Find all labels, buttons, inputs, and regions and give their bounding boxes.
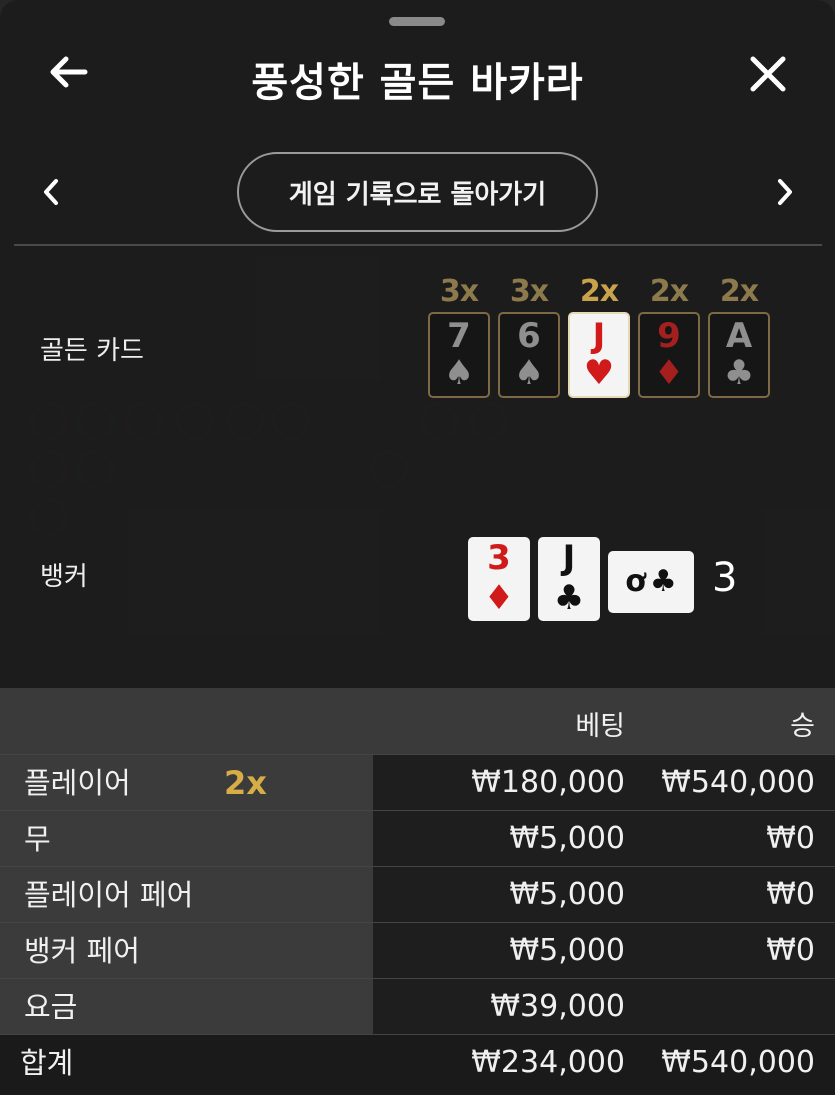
golden-multiplier: 2x <box>649 274 689 309</box>
table-row: 요금 ₩39,000 <box>0 978 835 1035</box>
card-rank: 3 <box>487 538 511 578</box>
playing-card: J ♣ <box>538 537 600 621</box>
win-amount: ₩0 <box>766 821 815 856</box>
card-rank: 7 <box>447 316 471 356</box>
table-header: 베팅 승 <box>0 688 835 754</box>
golden-card: 3x 7 ♠ <box>428 272 490 398</box>
header: 풍성한 골든 바카라 <box>0 40 835 110</box>
win-amount: ₩0 <box>766 877 815 912</box>
divider <box>14 244 822 246</box>
back-to-history-button[interactable]: 게임 기록으로 돌아가기 <box>237 152 598 232</box>
playing-card-sideways: ơ ♣ <box>608 551 694 613</box>
golden-card: 2x 9 ♦ <box>638 272 700 398</box>
table-row: 플레이어 페어 ₩5,000 ₩0 <box>0 866 835 923</box>
card-rank: ơ <box>625 564 646 599</box>
bet-amount: ₩5,000 <box>509 933 625 968</box>
next-round-button[interactable] <box>770 174 800 210</box>
table-row: 무 ₩5,000 ₩0 <box>0 810 835 867</box>
table-row: 뱅커 페어 ₩5,000 ₩0 <box>0 922 835 979</box>
golden-multiplier: 2x <box>579 274 619 309</box>
card-rank: J <box>562 538 576 578</box>
table-total-row: 합계 ₩234,000 ₩540,000 <box>0 1034 835 1094</box>
bet-type-label: 요금 <box>0 979 373 1035</box>
golden-card: 3x 6 ♠ <box>498 272 560 398</box>
close-button[interactable] <box>744 50 792 98</box>
playing-card: J ♥ <box>568 312 630 398</box>
bet-amount: ₩39,000 <box>490 989 625 1024</box>
column-header-bet: 베팅 <box>575 711 625 742</box>
bet-type-label: 플레이어 페어 <box>0 867 373 923</box>
bet-type-label: 무 <box>0 811 373 867</box>
golden-multiplier: 3x <box>439 274 479 309</box>
golden-card: 2x A ♣ <box>708 272 770 398</box>
total-label: 합계 <box>20 1046 74 1080</box>
golden-card: 2x J ♥ <box>568 272 630 398</box>
total-bet-amount: ₩234,000 <box>471 1045 625 1080</box>
chevron-left-icon <box>44 179 58 205</box>
total-win-amount: ₩540,000 <box>661 1045 815 1080</box>
chevron-right-icon <box>778 179 792 205</box>
close-icon <box>750 56 786 92</box>
table-row: 플레이어 2x ₩180,000 ₩540,000 <box>0 754 835 811</box>
card-rank: A <box>725 316 753 356</box>
game-detail-sheet: 풍성한 골든 바카라 게임 기록으로 돌아가기 골든 카드 3x 7 ♠ 3x … <box>0 0 835 1095</box>
spade-icon: ♠ <box>513 353 545 393</box>
playing-card: 3 ♦ <box>468 537 530 621</box>
win-amount: ₩540,000 <box>661 765 815 800</box>
previous-round-button[interactable] <box>36 174 66 210</box>
page-title: 풍성한 골든 바카라 <box>251 60 584 106</box>
playing-card: 9 ♦ <box>638 312 700 398</box>
golden-cards: 3x 7 ♠ 3x 6 ♠ 2x J ♥ 2x 9 ♦ 2x A ♣ <box>428 272 770 398</box>
bet-amount: ₩5,000 <box>509 877 625 912</box>
playing-card: 7 ♠ <box>428 312 490 398</box>
card-rank: J <box>592 316 606 356</box>
diamond-icon: ♦ <box>483 578 515 618</box>
golden-cards-label: 골든 카드 <box>40 336 144 366</box>
bet-type-label: 플레이어 <box>0 755 373 811</box>
heart-icon: ♥ <box>583 353 615 393</box>
win-amount: ₩0 <box>766 933 815 968</box>
banker-hand: 3 ♦ J ♣ ơ ♣ <box>468 537 694 621</box>
golden-multiplier: 3x <box>509 274 549 309</box>
banker-score: 3 <box>712 555 738 601</box>
round-navigation: 게임 기록으로 돌아가기 <box>0 150 835 234</box>
golden-multiplier: 2x <box>719 274 759 309</box>
diamond-icon: ♦ <box>653 353 685 393</box>
club-icon: ♣ <box>553 578 585 618</box>
bet-type-label: 뱅커 페어 <box>0 923 373 979</box>
sheet-grabber[interactable] <box>389 17 445 26</box>
club-icon: ♣ <box>723 353 755 393</box>
bet-amount: ₩180,000 <box>471 765 625 800</box>
card-rank: 6 <box>517 316 541 356</box>
club-icon: ♣ <box>649 564 677 599</box>
bet-summary-table: 베팅 승 플레이어 2x ₩180,000 ₩540,000 무 ₩5,000 … <box>0 688 835 1094</box>
card-rank: 9 <box>657 316 681 356</box>
bet-amount: ₩5,000 <box>509 821 625 856</box>
banker-label: 뱅커 <box>40 562 88 592</box>
playing-card: 6 ♠ <box>498 312 560 398</box>
playing-card: A ♣ <box>708 312 770 398</box>
spade-icon: ♠ <box>443 353 475 393</box>
column-header-win: 승 <box>790 711 815 742</box>
bet-multiplier: 2x <box>224 764 267 802</box>
